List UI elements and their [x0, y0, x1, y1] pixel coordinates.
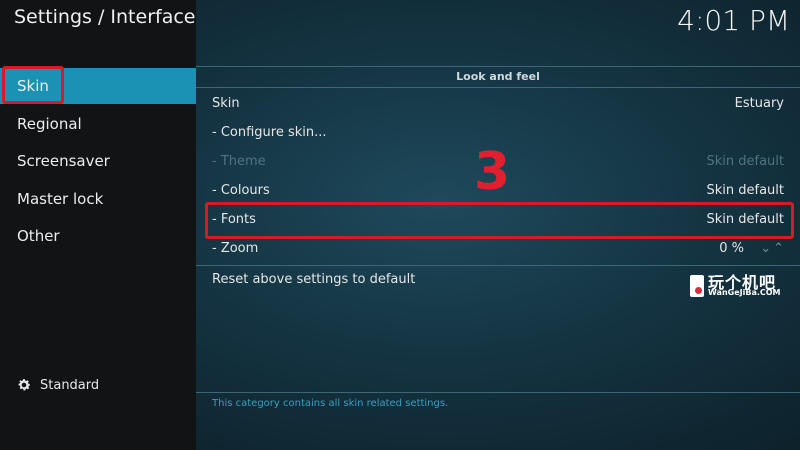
- sidebar-item-label: Regional: [17, 115, 82, 133]
- divider: [196, 392, 800, 393]
- step-annotation: 3: [474, 142, 511, 202]
- gear-icon: [18, 379, 31, 391]
- setting-label: - Colours: [212, 183, 270, 198]
- sidebar-item-label: Other: [17, 227, 60, 245]
- sidebar-item-regional[interactable]: Regional: [0, 106, 196, 142]
- section-header: Look and feel: [456, 70, 540, 83]
- setting-row-zoom[interactable]: - Zoom 0 % ⌄⌃: [212, 235, 784, 263]
- setting-row-skin[interactable]: Skin Estuary: [212, 90, 784, 118]
- divider: [196, 87, 800, 88]
- reset-label: Reset above settings to default: [212, 272, 416, 287]
- watermark: 玩个机吧 WanGeJiBa.COM: [690, 271, 794, 301]
- skin-highlight-box: [2, 66, 64, 104]
- setting-value: Skin default: [706, 154, 784, 169]
- setting-label: - Theme: [212, 154, 266, 169]
- settings-panel: Look and feel Skin Estuary - Configure s…: [196, 66, 800, 422]
- sidebar-item-master-lock[interactable]: Master lock: [0, 181, 196, 217]
- watermark-subtitle: WanGeJiBa.COM: [708, 288, 781, 297]
- sidebar-item-other[interactable]: Other: [0, 218, 196, 254]
- setting-label: - Configure skin...: [212, 125, 327, 140]
- page-title: Settings / Interface: [14, 6, 196, 28]
- setting-value: Skin default: [706, 183, 784, 198]
- phone-icon: [690, 275, 704, 297]
- setting-value: 0 %: [719, 241, 744, 256]
- sidebar-item-label: Master lock: [17, 190, 104, 208]
- setting-value: Estuary: [734, 96, 784, 111]
- setting-label: Skin: [212, 96, 240, 111]
- sidebar-item-screensaver[interactable]: Screensaver: [0, 143, 196, 179]
- clock: 4:01 PM: [677, 4, 790, 37]
- category-description: This category contains all skin related …: [212, 398, 449, 409]
- fonts-highlight-box: [205, 202, 794, 239]
- chevron-down-up-icon[interactable]: ⌄⌃: [760, 235, 786, 263]
- sidebar-item-label: Screensaver: [17, 152, 110, 170]
- setting-label: - Zoom: [212, 241, 259, 256]
- settings-level-label: Standard: [40, 377, 100, 393]
- settings-level-button[interactable]: Standard: [16, 377, 99, 393]
- divider: [196, 66, 800, 67]
